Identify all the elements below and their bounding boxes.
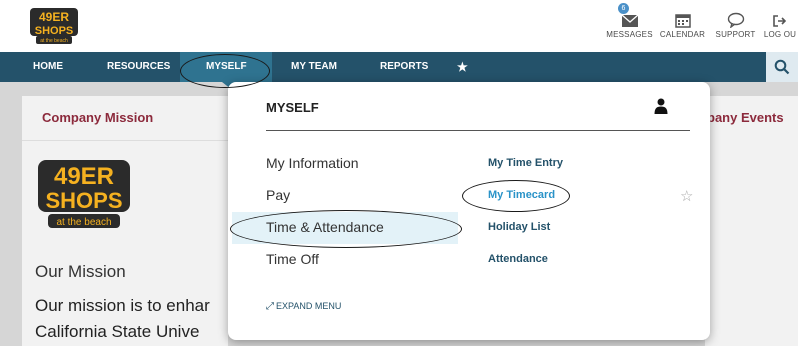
favorite-star-icon[interactable]: ☆ (680, 187, 693, 205)
svg-text:49ER: 49ER (39, 10, 69, 24)
svg-text:49ER: 49ER (54, 163, 114, 190)
nav-resources[interactable]: RESOURCES (107, 52, 170, 82)
envelope-icon (603, 6, 656, 28)
expand-menu-button[interactable]: ⤢ EXPAND MENU (266, 301, 341, 312)
card-divider (22, 140, 228, 141)
link-holiday-list[interactable]: Holiday List (488, 221, 550, 233)
logout-label: LOG OU (763, 30, 797, 39)
link-my-timecard[interactable]: My Timecard (488, 189, 555, 201)
link-my-time-entry[interactable]: My Time Entry (488, 157, 563, 169)
mission-text-line-2: California State Unive (35, 322, 200, 341)
svg-text:SHOPS: SHOPS (35, 25, 74, 37)
link-time-and-attendance[interactable]: Time & Attendance (266, 219, 384, 235)
calendar-label: CALENDAR (659, 30, 706, 39)
nav-myself[interactable]: MYSELF (206, 52, 247, 82)
messages-button[interactable]: 6 MESSAGES (603, 3, 656, 46)
support-button[interactable]: SUPPORT (709, 6, 762, 46)
search-icon (774, 59, 790, 75)
mission-text-line-1: Our mission is to enhar (35, 296, 210, 315)
calendar-button[interactable]: CALENDAR (656, 6, 709, 46)
svg-text:at the beach: at the beach (40, 38, 68, 44)
mission-logo: 49ER SHOPS at the beach (34, 156, 134, 241)
link-my-information[interactable]: My Information (266, 155, 359, 171)
nav-favorites-star-icon[interactable]: ★ (457, 52, 468, 82)
link-attendance[interactable]: Attendance (488, 253, 548, 265)
nav-my-team[interactable]: MY TEAM (291, 52, 337, 82)
company-events-card: pany Events (705, 96, 798, 346)
expand-menu-label: EXPAND MENU (276, 301, 342, 311)
mission-heading: Our Mission (35, 262, 126, 281)
nav-home[interactable]: HOME (33, 52, 63, 82)
svg-text:SHOPS: SHOPS (45, 188, 122, 213)
messages-label: MESSAGES (606, 30, 653, 39)
logout-icon (762, 6, 798, 28)
messages-badge: 6 (618, 3, 629, 14)
user-icon (654, 98, 668, 119)
myself-dropdown-menu: MYSELF My Information Pay Time & Attenda… (228, 82, 710, 340)
speech-bubble-icon (709, 6, 762, 28)
company-mission-title: Company Mission (42, 110, 154, 125)
company-events-title: pany Events (707, 110, 784, 125)
support-label: SUPPORT (715, 30, 756, 39)
dropdown-title: MYSELF (266, 100, 319, 115)
link-pay[interactable]: Pay (266, 187, 290, 203)
top-header: 49ER SHOPS at the beach 6 MESSAGES CALEN… (0, 0, 798, 52)
svg-text:at the beach: at the beach (56, 217, 111, 228)
header-actions: 6 MESSAGES CALENDAR SUPPORT LOG OU (603, 3, 798, 46)
nav-reports[interactable]: REPORTS (380, 52, 428, 82)
search-button[interactable] (766, 52, 798, 82)
calendar-icon (656, 6, 709, 28)
brand-logo[interactable]: 49ER SHOPS at the beach (30, 8, 78, 44)
expand-arrow-icon: ⤢ (266, 301, 274, 312)
link-time-off[interactable]: Time Off (266, 251, 319, 267)
logout-button[interactable]: LOG OU (762, 6, 798, 46)
dropdown-divider (266, 130, 690, 131)
